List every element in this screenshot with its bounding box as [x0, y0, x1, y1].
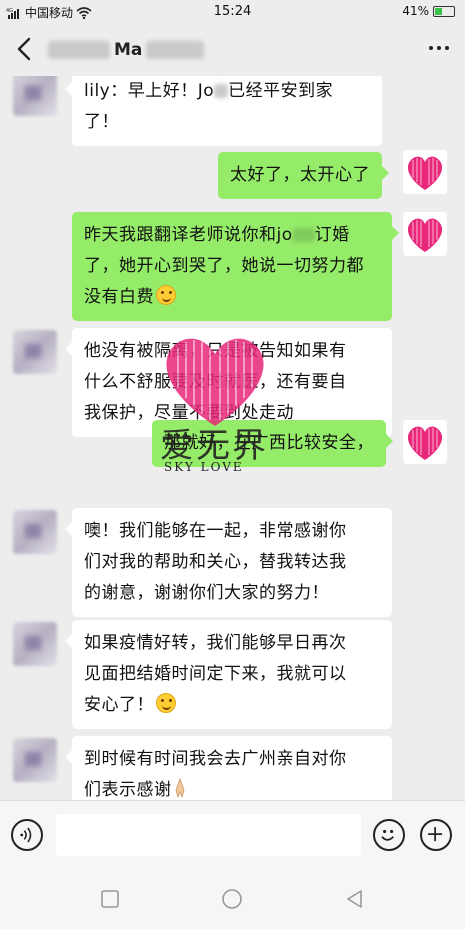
- praying-hands-emoji-icon: [175, 778, 184, 798]
- self-avatar-heart-icon[interactable]: [403, 212, 447, 256]
- smile-emoji-icon: [156, 285, 176, 305]
- self-avatar-heart-icon[interactable]: [403, 150, 447, 194]
- message-text: 了！: [84, 112, 119, 132]
- title-redaction: [48, 41, 110, 59]
- emoji-icon[interactable]: [373, 819, 405, 851]
- dot: [437, 46, 441, 50]
- title-redaction: [146, 41, 205, 59]
- message-text: lily：早上好！Jo: [84, 81, 215, 101]
- battery-percent: 41%: [402, 4, 429, 18]
- contact-avatar[interactable]: [13, 330, 57, 374]
- dot: [429, 46, 433, 50]
- message-text: 到时候有时间我会去广州亲自对你: [84, 749, 347, 769]
- message-text: 们表示感谢: [84, 780, 172, 800]
- text-redaction: [292, 228, 315, 242]
- message-text: 昨天我跟翻译老师说你和jo: [84, 225, 293, 245]
- message-text: 噢！我们能够在一起，非常感谢你: [84, 521, 347, 541]
- message-text: 如果疫情好转，我们能够早日再次: [84, 633, 347, 653]
- system-navigation-bar: [0, 870, 465, 929]
- message-text: 太好了，太开心了: [230, 165, 370, 185]
- self-avatar-heart-icon[interactable]: [403, 420, 447, 464]
- back-nav-icon[interactable]: [343, 887, 367, 911]
- chat-header: Ma: [0, 24, 465, 76]
- message-text: 没有白费: [84, 287, 154, 307]
- smile-emoji-icon: [156, 693, 176, 713]
- message-input[interactable]: [56, 814, 361, 856]
- chat-title: Ma: [48, 38, 205, 62]
- contact-avatar[interactable]: [13, 738, 57, 782]
- status-bar: 4G 中国移动 15:24 41%: [0, 0, 465, 24]
- message-bubble-sent[interactable]: 昨天我跟翻译老师说你和jo 订婚 了，她开心到哭了，她说一切努力都 没有白费: [72, 212, 399, 321]
- battery-level: [435, 7, 443, 15]
- plus-icon[interactable]: [420, 819, 452, 851]
- message-text: 那就好，在广西比较安全，: [164, 433, 374, 453]
- message-bubble-received[interactable]: lily：早上好！Jo 已经平安到家 了！: [65, 76, 382, 146]
- contact-avatar[interactable]: [13, 510, 57, 554]
- text-redaction: [214, 84, 229, 98]
- battery-icon: [433, 5, 455, 17]
- back-icon[interactable]: [10, 34, 40, 64]
- message-text: 什么不舒服要及时就医，还有要自: [84, 372, 347, 392]
- home-icon[interactable]: [220, 887, 244, 911]
- contact-avatar[interactable]: [13, 622, 57, 666]
- message-text: 已经平安到家: [228, 81, 334, 101]
- message-bubble-received[interactable]: 到时候有时间我会去广州亲自对你 们表示感谢: [65, 736, 392, 800]
- clock: 15:24: [213, 4, 252, 19]
- battery-group: 41%: [402, 4, 455, 18]
- voice-icon[interactable]: [11, 819, 43, 851]
- message-text: 他没有被隔离，只是被告知如果有: [84, 341, 347, 361]
- message-text: 的谢意，谢谢你们大家的努力！: [84, 583, 329, 603]
- dot: [445, 46, 449, 50]
- input-bar: [0, 800, 465, 870]
- message-text: 见面把结婚时间定下来，我就可以: [84, 664, 347, 684]
- message-bubble-received[interactable]: 如果疫情好转，我们能够早日再次 见面把结婚时间定下来，我就可以 安心了！: [65, 620, 392, 729]
- chat-area[interactable]: lily：早上好！Jo 已经平安到家 了！ 太好了，太开心了 昨天我跟翻译老师说你…: [0, 76, 465, 800]
- message-text: 们对我的帮助和关心，替我转达我: [84, 552, 347, 572]
- message-bubble-sent[interactable]: 太好了，太开心了: [218, 152, 389, 199]
- more-options-icon[interactable]: [429, 46, 449, 50]
- message-text: 了，她开心到哭了，她说一切努力都: [84, 256, 364, 276]
- recent-apps-icon[interactable]: [98, 887, 122, 911]
- message-bubble-received[interactable]: 噢！我们能够在一起，非常感谢你 们对我的帮助和关心，替我转达我 的谢意，谢谢你们…: [65, 508, 392, 617]
- message-bubble-sent[interactable]: 那就好，在广西比较安全，: [152, 420, 393, 467]
- chat-title-text: Ma: [114, 40, 143, 60]
- message-text: 订婚: [314, 225, 350, 245]
- message-text: 安心了！: [84, 695, 154, 715]
- contact-avatar[interactable]: [13, 76, 57, 116]
